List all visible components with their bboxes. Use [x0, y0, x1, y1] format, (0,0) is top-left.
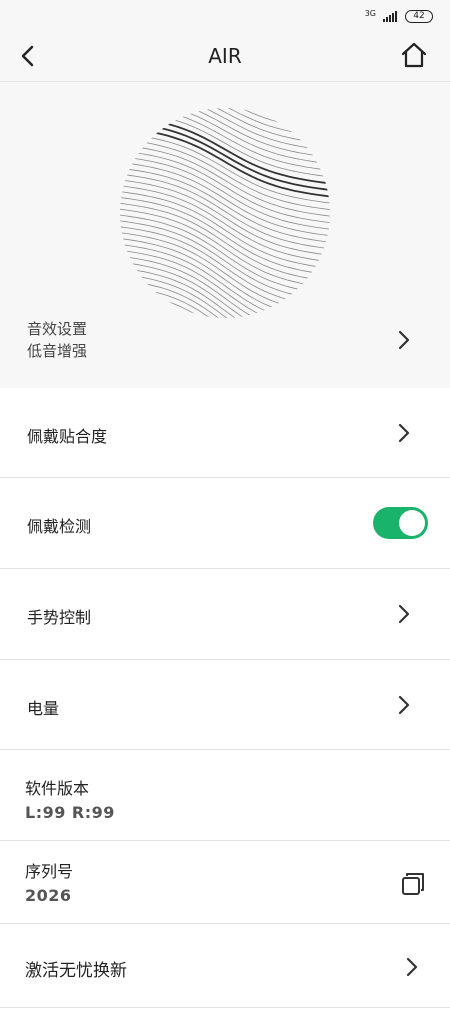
wear-detection-toggle[interactable]	[373, 507, 428, 539]
chevron-right-icon	[398, 604, 410, 624]
wave-line	[120, 108, 330, 140]
chevron-right-icon	[398, 695, 410, 715]
wave-graphic	[120, 108, 330, 318]
wear-detection-row: 佩戴检测	[0, 478, 450, 569]
toggle-knob	[399, 510, 425, 536]
gesture-control-label: 手势控制	[27, 608, 92, 627]
wave-line	[120, 265, 330, 318]
network-type: 3G	[364, 9, 376, 18]
serial-number-row: 序列号 2026	[0, 841, 450, 924]
fit-label: 佩戴贴合度	[27, 427, 108, 446]
wave-line	[120, 154, 330, 231]
wave-line	[120, 108, 330, 159]
wave-line	[120, 148, 330, 225]
serial-number-value: 2026	[25, 886, 72, 905]
chevron-right-icon	[406, 957, 418, 977]
firmware-version-row: 软件版本 L:99 R:99	[0, 750, 450, 841]
wave-line	[120, 248, 330, 318]
activate-replacement-row[interactable]: 激活无忧换新	[0, 924, 450, 1008]
fit-row[interactable]: 佩戴贴合度	[0, 388, 450, 478]
battery-label: 电量	[27, 699, 60, 718]
wave-line	[120, 131, 330, 205]
sound-effect-card[interactable]: 音效设置 低音增强	[0, 82, 450, 388]
wave-line	[120, 124, 330, 199]
sound-effect-value: 低音增强	[27, 342, 88, 360]
firmware-version-value: L:99 R:99	[25, 803, 115, 822]
copy-icon[interactable]	[400, 871, 426, 897]
page-title: AIR	[208, 44, 242, 68]
sound-effect-title: 音效设置	[27, 320, 88, 338]
wave-line	[120, 108, 330, 127]
chevron-right-icon	[398, 423, 410, 443]
top-bar: AIR	[0, 30, 450, 82]
status-bar: 3G 42	[0, 0, 450, 30]
battery-icon: 42	[405, 10, 433, 23]
chevron-right-icon	[398, 330, 410, 350]
wave-line	[120, 108, 330, 153]
wave-line	[120, 142, 330, 218]
signal-icon	[383, 11, 397, 22]
home-icon[interactable]	[400, 41, 428, 69]
wave-line	[120, 108, 330, 146]
wave-line	[120, 283, 330, 318]
serial-number-label: 序列号	[25, 862, 74, 881]
wave-line	[120, 289, 330, 318]
gesture-control-row[interactable]: 手势控制	[0, 569, 450, 660]
wave-line	[120, 108, 330, 133]
wear-detection-label: 佩戴检测	[27, 517, 92, 536]
firmware-version-label: 软件版本	[25, 779, 90, 798]
wave-line	[120, 108, 330, 120]
wave-line	[120, 277, 330, 318]
battery-row[interactable]: 电量	[0, 660, 450, 750]
activate-replacement-label: 激活无忧换新	[25, 961, 127, 981]
